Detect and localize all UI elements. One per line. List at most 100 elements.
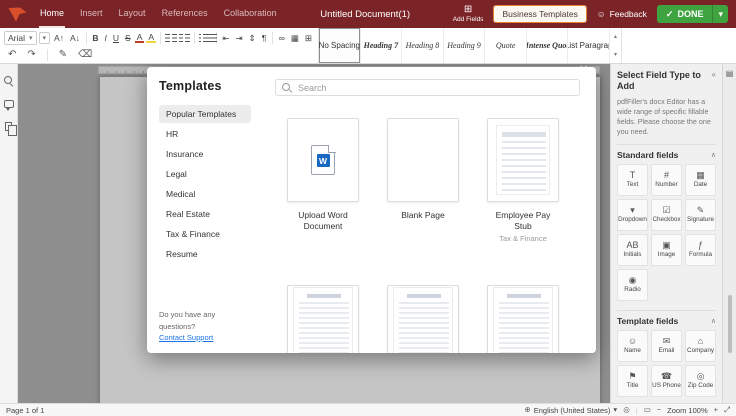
field-radio-button[interactable]: ◉Radio — [617, 269, 648, 301]
nav-real-estate[interactable]: Real Estate — [159, 205, 251, 223]
underline-button[interactable]: U — [111, 34, 121, 43]
template-search-box[interactable] — [275, 79, 580, 96]
field-us-phone-button[interactable]: ☎US Phone — [651, 365, 682, 397]
blank-page-card[interactable]: Blank Page — [387, 118, 459, 243]
clear-formatting-icon[interactable]: ⌫ — [76, 50, 94, 60]
style-heading-7[interactable]: Heading 7 — [361, 28, 403, 63]
bold-button[interactable]: B — [90, 34, 100, 43]
check-icon: ✓ — [666, 10, 674, 19]
indent-icon[interactable]: ⇥ — [234, 34, 245, 43]
paragraph-marks-icon[interactable]: ¶ — [260, 34, 269, 43]
gallery-scroll-down-icon[interactable]: ▾ — [610, 46, 621, 64]
fullscreen-button[interactable]: ⤢ — [724, 406, 730, 414]
redo-icon[interactable]: ↷ — [25, 50, 37, 60]
field-initials-button[interactable]: ABInitials — [617, 234, 648, 266]
template-search-input[interactable] — [298, 83, 573, 93]
tab-insert[interactable]: Insert — [79, 0, 104, 28]
style-heading-8[interactable]: Heading 8 — [402, 28, 444, 63]
standard-fields-header[interactable]: Standard fields ∧ — [617, 144, 716, 160]
field-email-button[interactable]: ✉Email — [651, 330, 682, 362]
format-painter-icon[interactable]: ✎ — [57, 50, 69, 60]
template-card-partial[interactable] — [387, 285, 459, 353]
font-size-select[interactable]: ▾ — [39, 32, 51, 44]
field-title-button[interactable]: ⚑Title — [617, 365, 648, 397]
field-image-button[interactable]: ▣Image — [651, 234, 682, 266]
field-formula-button[interactable]: ƒFormula — [685, 234, 716, 266]
zoom-in-button[interactable]: + — [714, 406, 718, 414]
nav-medical[interactable]: Medical — [159, 185, 251, 203]
field-date-button[interactable]: ▦Date — [685, 164, 716, 196]
name-field-icon: ☺ — [628, 337, 637, 346]
style-intense-quote[interactable]: Intense Quot — [527, 28, 569, 63]
employee-pay-stub-card[interactable]: Employee Pay Stub Tax & Finance — [487, 118, 559, 243]
gallery-scroll-up-icon[interactable]: ▴ — [610, 28, 621, 46]
decrease-font-icon[interactable]: A↓ — [68, 34, 82, 43]
zoom-out-button[interactable]: − — [657, 406, 661, 414]
field-dropdown-button[interactable]: ▾Dropdown — [617, 199, 648, 231]
insert-table-icon[interactable]: ⊞ — [303, 34, 314, 43]
field-company-button[interactable]: ⌂Company — [685, 330, 716, 362]
upload-word-document-card[interactable]: W Upload Word Document — [287, 118, 359, 243]
insert-image-icon[interactable]: ▦ — [289, 34, 301, 43]
fields-panel-tab-icon[interactable]: ▤ — [726, 70, 734, 78]
italic-button[interactable]: I — [103, 34, 109, 43]
nav-hr[interactable]: HR — [159, 125, 251, 143]
search-icon[interactable] — [4, 76, 14, 86]
nav-insurance[interactable]: Insurance — [159, 145, 251, 163]
template-fields-header[interactable]: Template fields ∧ — [617, 310, 716, 326]
done-caret-icon[interactable]: ▾ — [712, 5, 728, 23]
pages-panel-icon[interactable] — [5, 122, 12, 131]
toolbar-divider — [47, 49, 48, 61]
template-card-partial[interactable] — [287, 285, 359, 353]
style-list-paragraph[interactable]: List Paragrap — [568, 28, 610, 63]
nav-legal[interactable]: Legal — [159, 165, 251, 183]
field-zip-code-button[interactable]: ◎Zip Code — [685, 365, 716, 397]
style-no-spacing[interactable]: No Spacing — [319, 28, 361, 63]
templates-modal-content: W Upload Word Document Blank Page — [259, 67, 596, 353]
language-selector[interactable]: ⊕ English (United States) ▾ — [524, 406, 617, 415]
field-name-button[interactable]: ☺Name — [617, 330, 648, 362]
panel-collapse-icon[interactable]: « — [712, 70, 716, 79]
highlight-button[interactable]: A — [146, 33, 156, 44]
numbered-list-icon[interactable] — [206, 34, 211, 42]
tab-home[interactable]: Home — [39, 0, 65, 28]
comments-icon[interactable] — [4, 100, 14, 108]
panel-scrollbar[interactable] — [728, 295, 732, 353]
align-justify-icon[interactable] — [185, 34, 190, 42]
add-fields-button[interactable]: ⊞ Add Fields — [453, 5, 484, 23]
undo-icon[interactable]: ↶ — [6, 50, 18, 60]
line-spacing-icon[interactable]: ⇕ — [247, 34, 258, 43]
outdent-icon[interactable]: ⇤ — [220, 34, 231, 43]
align-right-icon[interactable] — [179, 34, 184, 42]
insert-link-icon[interactable]: ∞ — [277, 34, 287, 43]
nav-popular-templates[interactable]: Popular Templates — [159, 105, 251, 123]
tab-collaboration[interactable]: Collaboration — [223, 0, 278, 28]
word-document-icon: W — [311, 145, 335, 175]
field-number-button[interactable]: #Number — [651, 164, 682, 196]
bullet-list-icon[interactable] — [199, 34, 204, 42]
text-color-button[interactable]: A — [135, 33, 145, 44]
field-signature-button[interactable]: ✎Signature — [685, 199, 716, 231]
nav-tax-finance[interactable]: Tax & Finance — [159, 225, 251, 243]
fit-page-icon[interactable]: ▭ — [644, 406, 651, 414]
template-card-partial[interactable] — [487, 285, 559, 353]
modal-overlay[interactable]: ✕ Templates Popular Templates HR Insuran… — [18, 64, 610, 403]
style-heading-9[interactable]: Heading 9 — [444, 28, 486, 63]
business-templates-button[interactable]: Business Templates — [493, 5, 586, 23]
increase-font-icon[interactable]: A↑ — [52, 34, 66, 43]
font-family-select[interactable]: Arial ▾ — [4, 31, 37, 45]
field-checkbox-button[interactable]: ☑Checkbox — [651, 199, 682, 231]
tab-layout[interactable]: Layout — [118, 0, 147, 28]
font-family-value: Arial — [8, 33, 25, 43]
done-button[interactable]: ✓ DONE ▾ — [657, 5, 728, 23]
align-left-icon[interactable] — [165, 34, 170, 42]
align-center-icon[interactable] — [172, 34, 177, 42]
contact-support-link[interactable]: Contact Support — [159, 333, 213, 342]
strikethrough-button[interactable]: S — [123, 34, 133, 43]
style-quote[interactable]: Quote — [485, 28, 527, 63]
nav-resume[interactable]: Resume — [159, 245, 251, 263]
tab-references[interactable]: References — [161, 0, 209, 28]
view-mode-icon[interactable]: ◎ — [623, 406, 630, 414]
feedback-button[interactable]: ☺ Feedback — [597, 9, 647, 19]
field-text-button[interactable]: TText — [617, 164, 648, 196]
